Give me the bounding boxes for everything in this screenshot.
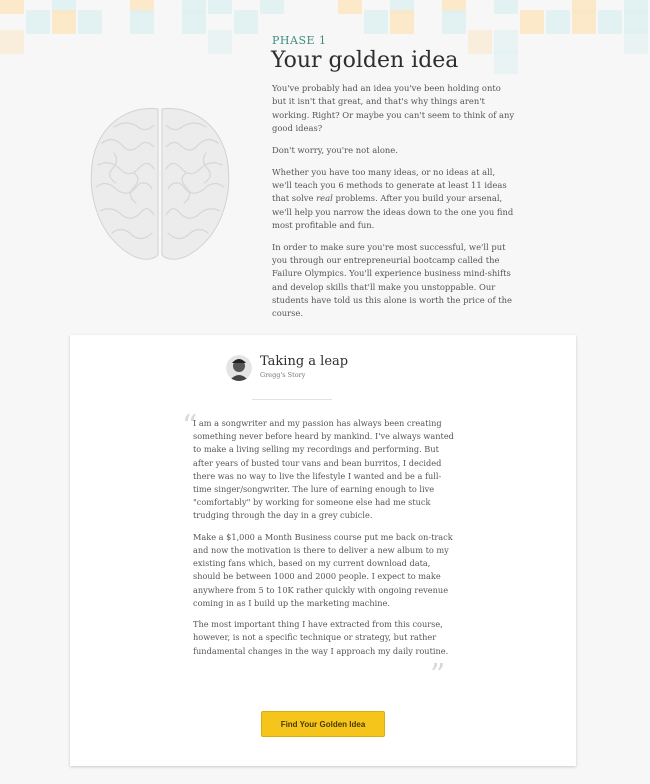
decorative-tile (26, 10, 50, 34)
decorative-tile (260, 0, 284, 14)
intro-text: You've probably had an idea you've been … (272, 82, 517, 329)
testimonial-body: I am a songwriter and my passion has alw… (193, 417, 455, 666)
intro-paragraph: In order to make sure you're most succes… (272, 241, 512, 319)
decorative-tile (494, 50, 518, 74)
decorative-tile (468, 30, 492, 54)
testimonial-card: Taking a leap Gregg's Story “ I am a son… (70, 335, 576, 766)
decorative-tile (52, 10, 76, 34)
find-golden-idea-button[interactable]: Find Your Golden Idea (261, 711, 385, 737)
testimonial-paragraph: I am a songwriter and my passion has alw… (193, 418, 454, 521)
decorative-tile (130, 10, 154, 34)
decorative-tile (208, 30, 232, 54)
decorative-tile (442, 10, 466, 34)
decorative-tile (78, 10, 102, 34)
decorative-tile (208, 0, 232, 14)
testimonial-paragraph: The most important thing I have extracte… (193, 619, 449, 656)
brain-icon (90, 108, 230, 260)
decorative-tile (624, 30, 648, 54)
phase-label: PHASE 1 (272, 34, 327, 47)
decorative-tile (572, 10, 596, 34)
decorative-tile (494, 0, 518, 14)
avatar (226, 355, 252, 381)
close-quote-icon: ” (430, 658, 446, 693)
decorative-tile (234, 10, 258, 34)
decorative-tile (182, 10, 206, 34)
decorative-tile (546, 10, 570, 34)
decorative-tile (598, 10, 622, 34)
decorative-tile (338, 0, 362, 14)
testimonial-subtitle: Gregg's Story (260, 371, 306, 379)
intro-paragraph: Don't worry, you're not alone. (272, 144, 398, 155)
intro-paragraph: Whether you have too many ideas, or no i… (272, 166, 514, 230)
decorative-tile (390, 10, 414, 34)
testimonial-paragraph: Make a $1,000 a Month Business course pu… (193, 531, 453, 608)
decorative-tile (0, 0, 24, 14)
intro-paragraph: You've probably had an idea you've been … (272, 83, 515, 133)
decorative-tile (520, 10, 544, 34)
decorative-tile (364, 10, 388, 34)
decorative-tile (0, 30, 24, 54)
page-title: Your golden idea (271, 48, 459, 73)
divider (252, 399, 332, 400)
testimonial-title: Taking a leap (260, 354, 349, 369)
